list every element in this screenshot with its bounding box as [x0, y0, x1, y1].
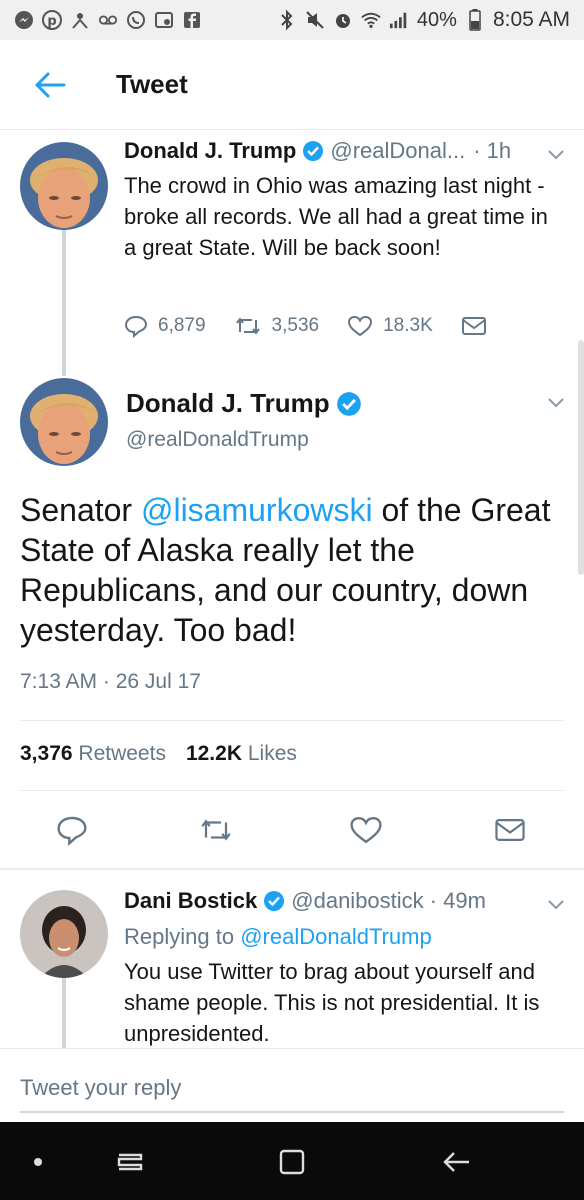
reply-tweet-header: Dani Bostick @danibostick · 49m [124, 888, 486, 914]
retweets-count: 3,376 [20, 742, 73, 765]
retweet-button[interactable]: 3,536 [234, 314, 320, 338]
tweet-text: You use Twitter to brag about yourself a… [124, 959, 540, 1046]
recent-apps-button[interactable] [112, 1144, 148, 1180]
replying-to-handle[interactable]: @realDonaldTrump [240, 924, 431, 949]
focus-tweet-actions [0, 812, 584, 848]
svg-text:p: p [47, 14, 56, 29]
tweet-timestamp: 7:13 AM · 26 Jul 17 [20, 670, 201, 693]
chevron-down-icon[interactable] [546, 894, 566, 914]
tweet-time: · 1h [473, 138, 512, 163]
signal-icon [389, 10, 409, 30]
input-underline [20, 1111, 564, 1113]
back-arrow-icon [35, 72, 66, 97]
pinterest-icon: p [42, 10, 62, 30]
author-name[interactable]: Donald J. Trump [124, 138, 296, 164]
home-icon [279, 1149, 305, 1175]
parent-tweet-header: Donald J. Trump @realDonal... · 1h [124, 138, 511, 164]
replying-to: Replying to @realDonaldTrump [124, 924, 432, 950]
gallery-icon [154, 10, 174, 30]
direct-message-button[interactable] [492, 812, 528, 848]
battery-percent: 40% [416, 8, 457, 31]
retweet-count: 3,536 [271, 315, 320, 336]
android-nav-bar [0, 1122, 584, 1200]
verified-badge-icon [263, 890, 285, 912]
tweet-text: The crowd in Ohio was amazing last night… [124, 173, 548, 260]
retweets-stat[interactable]: 3,376 Retweets [20, 742, 166, 766]
back-nav-button[interactable] [438, 1144, 474, 1180]
tweet-stats: 3,376 Retweets 12.2K Likes [20, 742, 297, 766]
voicemail-icon [98, 10, 118, 30]
reply-button[interactable] [54, 812, 90, 848]
retweet-button[interactable] [198, 812, 234, 848]
envelope-icon [461, 317, 486, 335]
divider [20, 720, 564, 721]
divider [0, 868, 584, 870]
clock: 8:05 AM [492, 8, 570, 31]
author-handle[interactable]: @realDonaldTrump [126, 428, 309, 452]
envelope-icon [495, 819, 525, 841]
tweet-time: · 49m [429, 888, 486, 913]
like-count: 18.3K [383, 315, 433, 336]
like-button[interactable]: 18.3K [347, 314, 433, 338]
reply-count: 6,879 [158, 315, 206, 336]
like-button[interactable] [348, 812, 384, 848]
reply-button[interactable]: 6,879 [124, 314, 206, 338]
wifi-icon [361, 10, 381, 30]
avatar-trump-parent[interactable] [20, 142, 108, 230]
alarm-icon [333, 10, 353, 30]
likes-label: Likes [247, 742, 297, 765]
avatar-dani-bostick[interactable] [20, 890, 108, 978]
focus-tweet-text: Senator @lisamurkowski of the Great Stat… [20, 490, 560, 650]
back-icon [443, 1152, 469, 1172]
messenger-icon [14, 10, 34, 30]
retweet-icon [201, 819, 231, 841]
likes-stat[interactable]: 12.2K Likes [186, 742, 297, 766]
verified-badge-icon [336, 391, 362, 417]
thread-line [62, 230, 66, 376]
heart-icon [350, 817, 382, 844]
whatsapp-icon [126, 10, 146, 30]
reply-input[interactable]: Tweet your reply [20, 1075, 181, 1101]
notification-icons: p [14, 10, 202, 30]
person-icon [70, 10, 90, 30]
chevron-down-icon[interactable] [546, 144, 566, 164]
bluetooth-icon [277, 9, 297, 31]
replying-to-label: Replying to [124, 924, 235, 949]
recent-apps-icon [117, 1153, 143, 1171]
author-name[interactable]: Donald J. Trump [126, 388, 330, 419]
retweet-icon [235, 317, 260, 335]
divider [20, 790, 564, 791]
facebook-icon [182, 10, 202, 30]
system-icons: 40% 8:05 AM [277, 8, 570, 32]
status-bar: p 40% 8:05 AM [0, 0, 584, 40]
likes-count: 12.2K [185, 742, 242, 765]
app-header: Tweet [0, 40, 584, 130]
mention-link[interactable]: @lisamurkowski [141, 492, 373, 528]
thread-line [62, 976, 66, 1048]
reply-icon [124, 315, 148, 338]
page-title: Tweet [116, 69, 188, 99]
mute-icon [305, 10, 325, 30]
parent-tweet-actions: 6,879 3,536 18.3K [124, 314, 515, 338]
chevron-down-icon[interactable] [546, 392, 566, 412]
author-handle: @realDonal... [330, 138, 466, 163]
text-segment: Senator [20, 492, 141, 528]
battery-icon [465, 9, 485, 31]
reply-icon [57, 816, 87, 846]
heart-icon [348, 315, 373, 337]
direct-message-button[interactable] [461, 315, 487, 337]
home-button[interactable] [274, 1144, 310, 1180]
avatar-trump-focus[interactable] [20, 378, 108, 466]
focus-author-row: Donald J. Trump [126, 388, 368, 419]
author-name[interactable]: Dani Bostick [124, 888, 257, 914]
author-handle: @danibostick [291, 888, 424, 913]
verified-badge-icon [302, 140, 324, 162]
dot-indicator-icon [20, 1144, 56, 1180]
retweets-label: Retweets [78, 742, 166, 765]
back-button[interactable] [30, 65, 70, 105]
scrollbar[interactable] [578, 340, 584, 575]
reply-composer[interactable]: Tweet your reply [0, 1048, 584, 1122]
